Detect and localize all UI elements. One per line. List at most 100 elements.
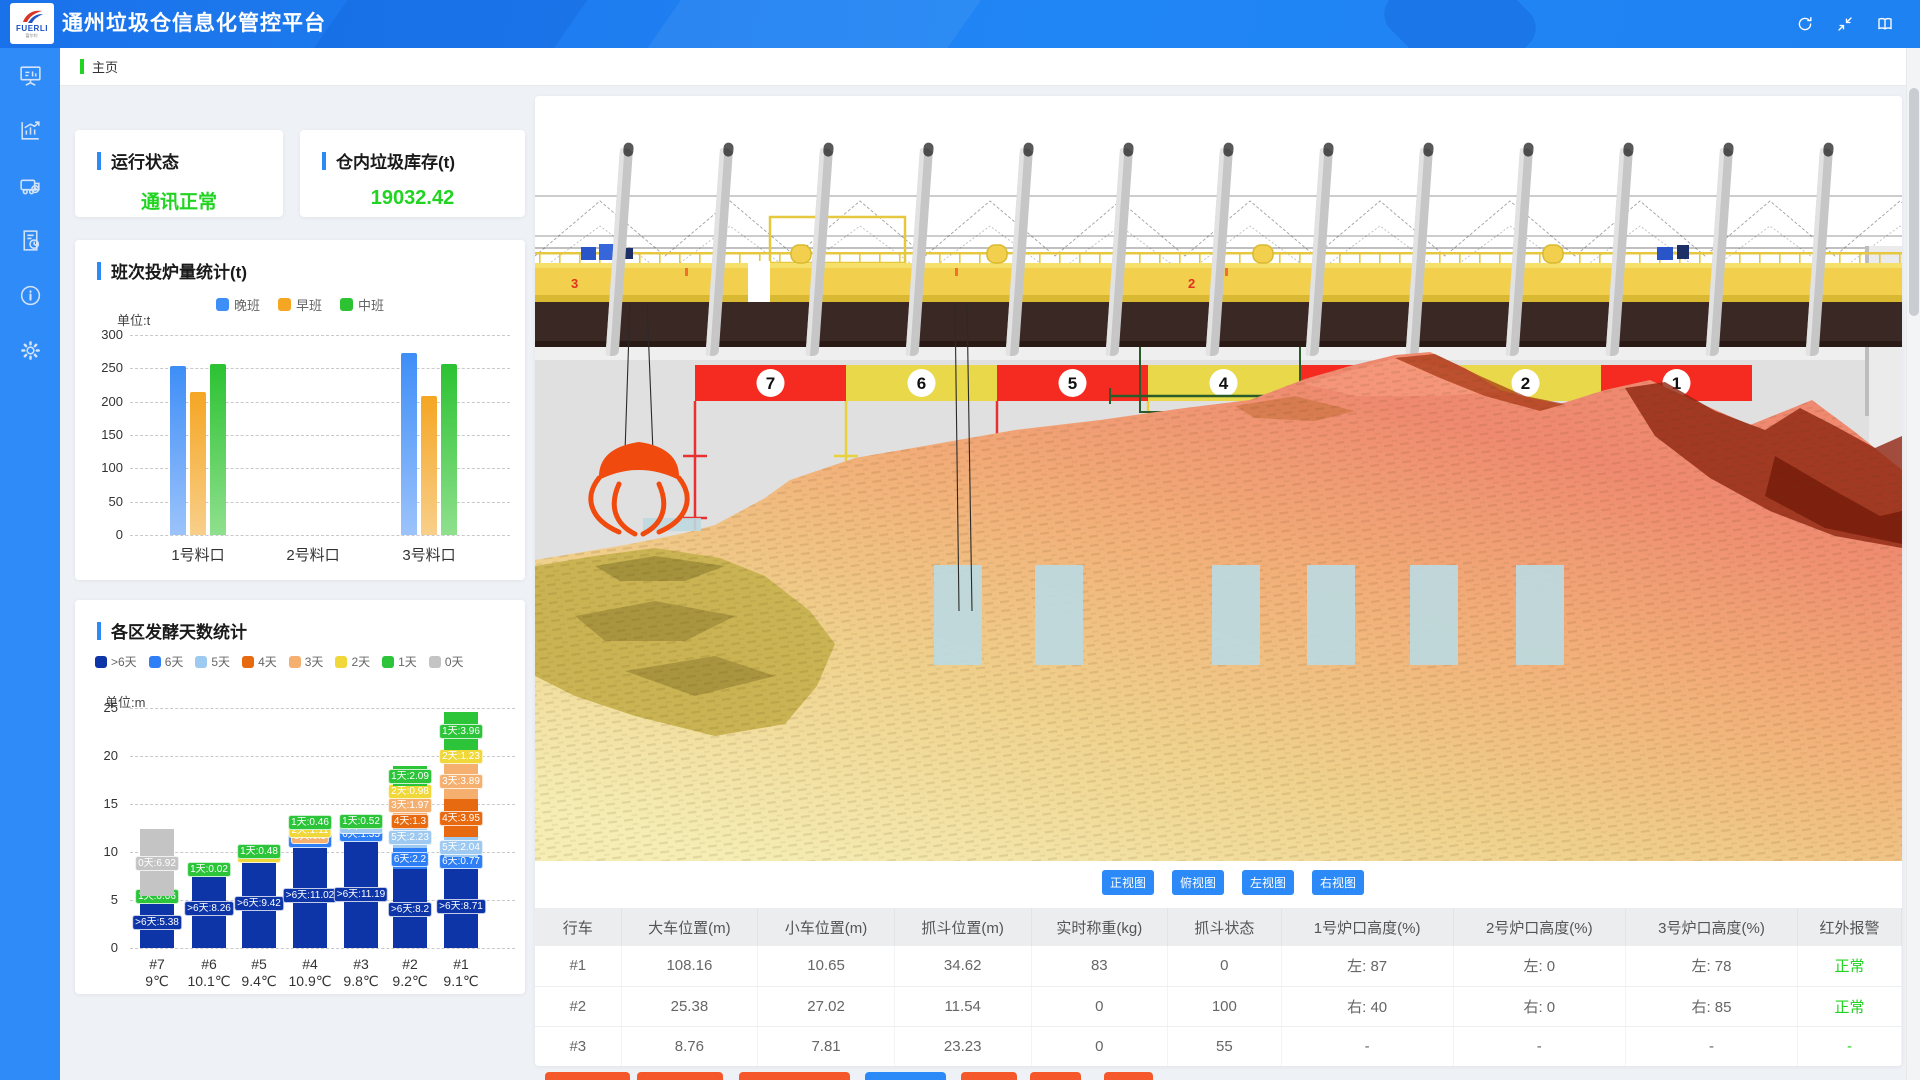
chart1-title: 班次投炉量统计(t) (111, 258, 247, 283)
sidebar-item-dashboard[interactable] (0, 48, 60, 103)
table-row[interactable]: #38.767.8123.23055---- (535, 1026, 1902, 1066)
legend-swatch (149, 656, 161, 668)
legend-item: >6天 (95, 653, 137, 670)
sidebar-item-info[interactable] (0, 268, 60, 323)
segment-value-label: 2天:1.23 (439, 749, 483, 764)
sidebar-item-statistics[interactable] (0, 103, 60, 158)
table-header: 红外报警 (1798, 908, 1902, 946)
y-tick-label: 100 (83, 460, 123, 475)
breadcrumb-bar: 主页 (60, 48, 1920, 86)
bottom-toolbar-button-4[interactable] (865, 1072, 946, 1080)
discharge-gate (1516, 565, 1564, 665)
legend-swatch (335, 656, 347, 668)
table-cell: 正常 (1798, 986, 1902, 1026)
shift-output-chart-card: 班次投炉量统计(t) 晚班早班中班 单位:t 05010015020025030… (75, 240, 525, 580)
bottom-toolbar-button-6[interactable] (1030, 1072, 1081, 1080)
view-buttons: 正视图俯视图左视图右视图 (1102, 870, 1364, 895)
docs-icon[interactable] (1876, 15, 1894, 33)
table-cell: 8.76 (621, 1026, 758, 1066)
segment-value-label: >6天:11.02 (283, 888, 337, 903)
table-row[interactable]: #225.3827.0211.540100右: 40右: 0右: 85正常 (535, 986, 1902, 1026)
y-tick-label: 250 (83, 360, 123, 375)
y-tick-label: 0 (83, 527, 123, 542)
table-cell: 11.54 (894, 986, 1031, 1026)
legend-label: 6天 (165, 653, 184, 670)
scrollbar-thumb[interactable] (1909, 88, 1919, 316)
table-header: 3号炉口高度(%) (1625, 908, 1797, 946)
page-scrollbar[interactable] (1906, 48, 1920, 1080)
info-icon (18, 283, 43, 308)
app-root: FUERLI 富尔利 通州垃圾仓信息化管控平台 (0, 0, 1920, 1080)
table-cell: 108.16 (621, 946, 758, 986)
legend-label: >6天 (111, 653, 137, 670)
table-header: 行车 (535, 908, 621, 946)
card-accent (97, 262, 101, 280)
table-cell: 0 (1031, 1026, 1168, 1066)
zone-number: 2 (1521, 374, 1530, 393)
breadcrumb[interactable]: 主页 (92, 57, 118, 76)
chart2-title: 各区发酵天数统计 (111, 618, 247, 643)
legend-swatch (382, 656, 394, 668)
sidebar-item-crane-monitor[interactable] (0, 158, 60, 213)
y-tick-label: 50 (83, 494, 123, 509)
table-cell: #3 (535, 1026, 621, 1066)
card-accent (97, 622, 101, 640)
legend-swatch (340, 298, 353, 311)
segment-value-label: 6天:2.2 (391, 852, 429, 867)
table-row[interactable]: #1108.1610.6534.62830左: 87左: 0左: 78正常 (535, 946, 1902, 986)
warehouse-3d-scene[interactable]: 7654321 (535, 96, 1902, 861)
y-gridline (130, 335, 510, 336)
legend-label: 早班 (296, 295, 322, 314)
table-cell: 83 (1031, 946, 1168, 986)
legend-label: 4天 (258, 653, 277, 670)
table-cell: 正常 (1798, 946, 1902, 986)
legend-label: 晚班 (234, 295, 260, 314)
discharge-gate (934, 565, 982, 665)
table-cell: 10.65 (758, 946, 895, 986)
segment-value-label: 1天:3.96 (439, 724, 483, 739)
view-button-右视图[interactable]: 右视图 (1312, 870, 1364, 895)
legend-item: 3天 (289, 653, 324, 670)
top-header: FUERLI 富尔利 通州垃圾仓信息化管控平台 (0, 0, 1920, 48)
zone-number: 4 (1219, 374, 1229, 393)
fullscreen-icon[interactable] (1836, 15, 1854, 33)
segment-value-label: 1天:0.46 (288, 815, 332, 830)
segment-value-label: >6天:11.19 (334, 887, 388, 902)
segment-value-label: 1天:0.02 (187, 862, 231, 877)
table-header: 小车位置(m) (758, 908, 895, 946)
run-status-title: 运行状态 (111, 148, 179, 173)
bar-晚班 (401, 353, 417, 535)
legend-item: 晚班 (216, 295, 260, 314)
segment-value-label: >6天:8.71 (436, 899, 486, 914)
legend-swatch (242, 656, 254, 668)
refresh-icon[interactable] (1796, 15, 1814, 33)
sidebar-item-settings[interactable] (0, 323, 60, 378)
company-logo: FUERLI 富尔利 (10, 3, 54, 44)
bottom-toolbar-button-3[interactable] (739, 1072, 850, 1080)
zone-number: 7 (766, 374, 775, 393)
stock-value: 19032.42 (300, 187, 525, 210)
y-tick-label: 15 (80, 796, 118, 811)
view-button-俯视图[interactable]: 俯视图 (1172, 870, 1224, 895)
run-status-card: 运行状态 通讯正常 (75, 130, 283, 217)
view-button-左视图[interactable]: 左视图 (1242, 870, 1294, 895)
statistics-icon (18, 118, 43, 143)
y-tick-label: 200 (83, 394, 123, 409)
table-cell: 7.81 (758, 1026, 895, 1066)
bottom-toolbar-button-1[interactable] (545, 1072, 630, 1080)
bottom-toolbar-button-2[interactable] (637, 1072, 723, 1080)
view-button-正视图[interactable]: 正视图 (1102, 870, 1154, 895)
zone-number: 5 (1068, 374, 1077, 393)
legend-label: 1天 (398, 653, 417, 670)
table-header: 1号炉口高度(%) (1281, 908, 1453, 946)
bottom-toolbar-button-7[interactable] (1104, 1072, 1153, 1080)
logo-subtext: 富尔利 (26, 33, 38, 38)
table-cell: #1 (535, 946, 621, 986)
bar-晚班 (170, 366, 186, 535)
crane-monitor-icon (18, 173, 43, 198)
segment-value-label: 3天:1.97 (388, 798, 432, 813)
y-tick-label: 150 (83, 427, 123, 442)
table-cell: 25.38 (621, 986, 758, 1026)
bottom-toolbar-button-5[interactable] (961, 1072, 1017, 1080)
sidebar-item-report[interactable] (0, 213, 60, 268)
